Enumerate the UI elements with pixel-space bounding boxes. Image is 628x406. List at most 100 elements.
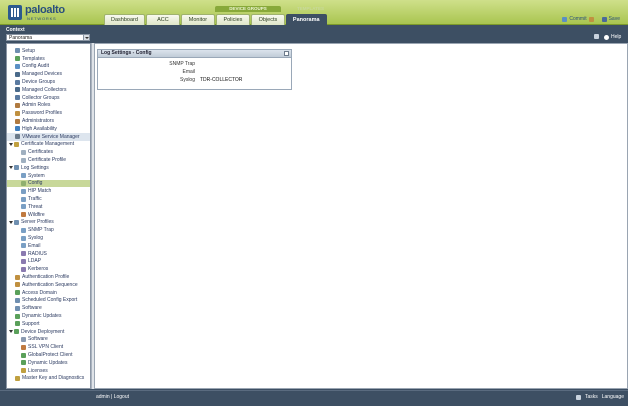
nav-item-password-profiles[interactable]: Password Profiles — [7, 109, 90, 117]
nav-item-collector-groups[interactable]: Collector Groups — [7, 94, 90, 102]
nav-item-globalprotect-client[interactable]: GlobalProtect Client — [7, 351, 90, 359]
nav-item-setup[interactable]: Setup — [7, 47, 90, 55]
nav-item-ldap[interactable]: LDAP — [7, 258, 90, 266]
nav-item-device-groups[interactable]: Device Groups — [7, 78, 90, 86]
nav-item-label: Setup — [22, 47, 36, 54]
nav-item-label: Collector Groups — [22, 94, 60, 101]
tab-panorama[interactable]: Panorama — [285, 14, 327, 25]
collector-icon — [15, 87, 20, 93]
collector-group-icon — [15, 95, 20, 101]
nav-item-config[interactable]: Config — [7, 179, 90, 188]
export-icon — [15, 297, 20, 303]
tab-monitor[interactable]: Monitor — [180, 14, 215, 25]
nav-item-threat[interactable]: Threat — [7, 203, 90, 211]
auth-profile-icon — [15, 274, 20, 280]
nav-item-label: Admin Roles — [22, 102, 51, 109]
nav-item-authentication-profile[interactable]: Authentication Profile — [7, 273, 90, 281]
nav-item-label: RADIUS — [28, 250, 47, 257]
tab-objects[interactable]: Objects — [250, 14, 285, 25]
nav-item-label: Certificates — [28, 149, 54, 156]
vmware-icon — [15, 134, 20, 140]
navigation-tree: Setup Templates Config Audit Managed Device… — [6, 43, 91, 389]
tab-policies[interactable]: Policies — [215, 14, 250, 25]
nav-item-scheduled-config-export[interactable]: Scheduled Config Export — [7, 297, 90, 305]
log-icon — [14, 165, 19, 171]
syslog-value: TDR-COLLECTOR — [200, 77, 243, 83]
certificate-profile-icon — [21, 157, 26, 163]
tab-dashboard[interactable]: Dashboard — [104, 14, 145, 25]
nav-item-software[interactable]: Software — [7, 304, 90, 312]
nav-item-managed-devices[interactable]: Managed Devices — [7, 70, 90, 78]
nav-item-support[interactable]: Support — [7, 320, 90, 328]
config-log-icon — [21, 180, 26, 186]
nav-item-kerberos[interactable]: Kerberos — [7, 265, 90, 273]
auth-sequence-icon — [15, 282, 20, 288]
expand-toggle-icon[interactable] — [9, 329, 14, 334]
expand-toggle-icon[interactable] — [9, 220, 14, 225]
nav-item-snmp-trap[interactable]: SNMP Trap — [7, 226, 90, 234]
nav-item-dynamic-updates[interactable]: Dynamic Updates — [7, 359, 90, 367]
language-link[interactable]: Language — [602, 394, 624, 400]
nav-item-traffic[interactable]: Traffic — [7, 195, 90, 203]
snmp-trap-row: SNMP Trap — [98, 60, 293, 68]
expand-toggle-icon[interactable] — [9, 165, 14, 170]
commit-button[interactable]: Commit — [562, 16, 594, 22]
expand-toggle-icon[interactable] — [9, 142, 14, 147]
nav-item-certificate-profile[interactable]: Certificate Profile — [7, 156, 90, 164]
nav-item-server-profiles[interactable]: Server Profiles — [7, 219, 90, 227]
logout-link[interactable]: Logout — [114, 394, 129, 400]
tasks-link[interactable]: Tasks — [585, 394, 598, 400]
chevron-down-icon[interactable] — [83, 35, 89, 40]
wildfire-icon — [21, 212, 26, 218]
nav-item-label: HIP Match — [28, 188, 52, 195]
nav-item-authentication-sequence[interactable]: Authentication Sequence — [7, 281, 90, 289]
nav-item-high-availability[interactable]: High Availability — [7, 125, 90, 133]
nav-item-certificates[interactable]: Certificates — [7, 148, 90, 156]
edit-gear-icon[interactable] — [284, 51, 289, 56]
tasks-icon — [575, 394, 581, 400]
panel-header: Log Settings - Config — [98, 50, 291, 58]
vpn-icon — [21, 344, 26, 350]
nav-item-label: Managed Collectors — [22, 86, 67, 93]
certificate-icon — [14, 141, 19, 147]
nav-item-label: Licenses — [28, 367, 48, 374]
nav-item-device-deployment[interactable]: Device Deployment — [7, 328, 90, 336]
nav-item-licenses[interactable]: Licenses — [7, 367, 90, 375]
help-icon — [604, 34, 609, 40]
nav-item-label: SSL VPN Client — [28, 344, 64, 351]
syslog-label: Syslog — [179, 77, 195, 83]
nav-item-log-settings[interactable]: Log Settings — [7, 164, 90, 172]
nav-item-label: Kerberos — [28, 266, 49, 273]
refresh-button[interactable] — [594, 34, 599, 39]
updates-icon — [21, 360, 26, 366]
save-button[interactable]: Save — [601, 16, 620, 22]
snmp-trap-label: SNMP Trap — [169, 61, 195, 67]
nav-item-admin-roles[interactable]: Admin Roles — [7, 102, 90, 110]
nav-item-hip-match[interactable]: HIP Match — [7, 187, 90, 195]
nav-item-master-key-and-diagnostics[interactable]: Master Key and Diagnostics — [7, 375, 90, 383]
main-tabs: Dashboard ACC Monitor Policies Objects P… — [104, 14, 327, 25]
nav-item-software[interactable]: Software — [7, 336, 90, 344]
nav-item-config-audit[interactable]: Config Audit — [7, 63, 90, 71]
nav-item-vmware-service-manager[interactable]: VMware Service Manager — [7, 132, 90, 141]
context-select[interactable]: Panorama — [6, 34, 90, 41]
tab-acc[interactable]: ACC — [145, 14, 180, 25]
nav-item-radius[interactable]: RADIUS — [7, 250, 90, 258]
nav-item-ssl-vpn-client[interactable]: SSL VPN Client — [7, 343, 90, 351]
nav-item-wildfire[interactable]: Wildfire — [7, 211, 90, 219]
master-key-icon — [15, 375, 20, 381]
nav-item-templates[interactable]: Templates — [7, 55, 90, 63]
nav-item-access-domain[interactable]: Access Domain — [7, 289, 90, 297]
nav-item-label: SNMP Trap — [28, 227, 54, 234]
nav-item-system[interactable]: System — [7, 172, 90, 180]
nav-item-managed-collectors[interactable]: Managed Collectors — [7, 86, 90, 94]
nav-item-email[interactable]: Email — [7, 242, 90, 250]
nav-item-syslog[interactable]: Syslog — [7, 234, 90, 242]
nav-item-certificate-management[interactable]: Certificate Management — [7, 141, 90, 149]
nav-item-administrators[interactable]: Administrators — [7, 117, 90, 125]
nav-item-dynamic-updates[interactable]: Dynamic Updates — [7, 312, 90, 320]
help-button[interactable]: Help — [604, 34, 621, 40]
software-icon — [21, 336, 26, 342]
certificate-icon — [21, 149, 26, 155]
lock-icon[interactable] — [588, 16, 594, 22]
